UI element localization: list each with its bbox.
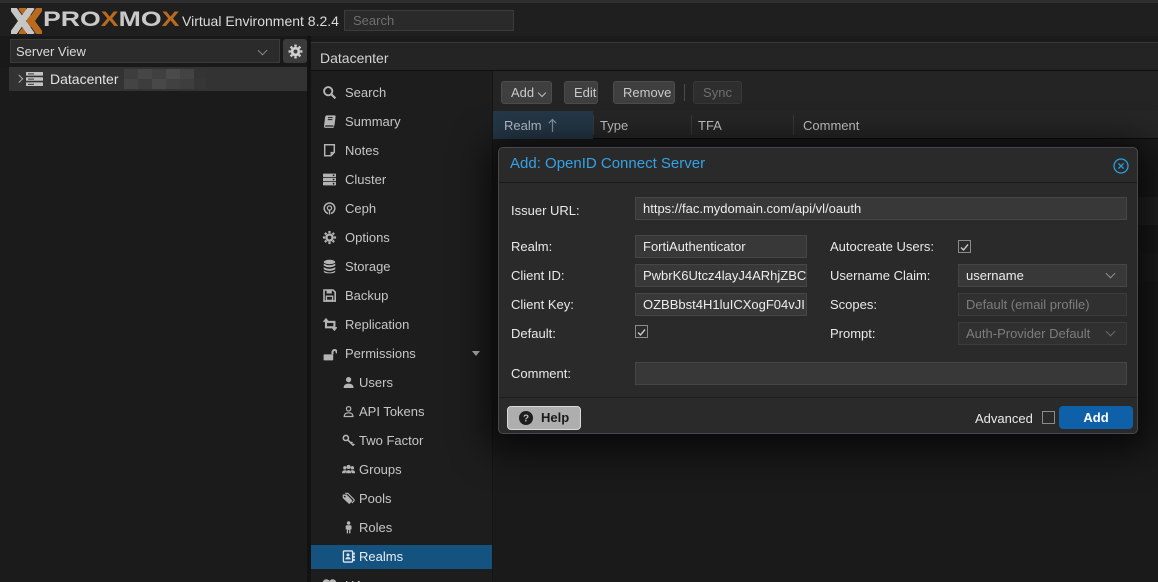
svg-text:?: ? xyxy=(523,414,529,425)
